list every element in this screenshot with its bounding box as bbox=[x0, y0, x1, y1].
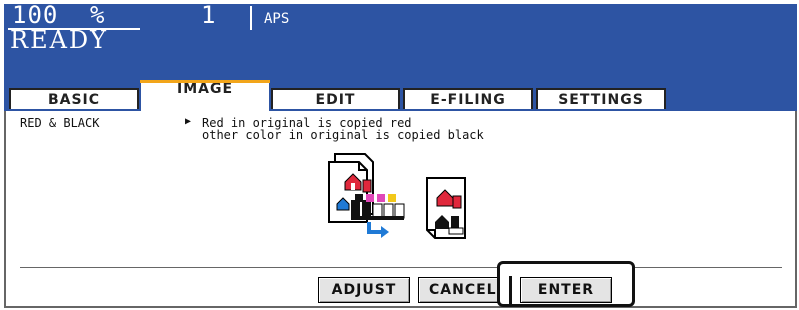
mode-label: RED & BLACK bbox=[20, 116, 100, 130]
machine-status: READY bbox=[10, 26, 109, 54]
adjust-button[interactable]: ADJUST bbox=[318, 277, 410, 303]
enter-button[interactable]: ENTER bbox=[520, 277, 612, 303]
panel-bottom-border bbox=[4, 306, 797, 308]
output-document-icon bbox=[426, 177, 466, 239]
paper-size: APS bbox=[264, 11, 290, 27]
tab-e-filing[interactable]: E-FILING bbox=[403, 88, 533, 109]
zoom-value: 100 bbox=[12, 1, 59, 29]
content-divider bbox=[20, 267, 782, 268]
tab-edit[interactable]: EDIT bbox=[271, 88, 400, 109]
bullet-arrow-icon: ▶ bbox=[185, 116, 192, 127]
tab-image[interactable]: IMAGE bbox=[140, 80, 270, 111]
red-black-illustration bbox=[328, 153, 466, 239]
cancel-button[interactable]: CANCEL bbox=[418, 277, 504, 303]
copies-count: 1 bbox=[201, 1, 216, 29]
mode-description-line2: other color in original is copied black bbox=[202, 128, 484, 142]
convert-arrow-icon bbox=[367, 222, 389, 238]
tab-basic[interactable]: BASIC bbox=[9, 88, 139, 109]
tab-settings[interactable]: SETTINGS bbox=[536, 88, 666, 109]
toner-cartridges-icon bbox=[351, 194, 405, 220]
copies-separator bbox=[250, 6, 252, 30]
zoom-unit: % bbox=[90, 1, 105, 29]
highlight-separator bbox=[509, 276, 512, 304]
